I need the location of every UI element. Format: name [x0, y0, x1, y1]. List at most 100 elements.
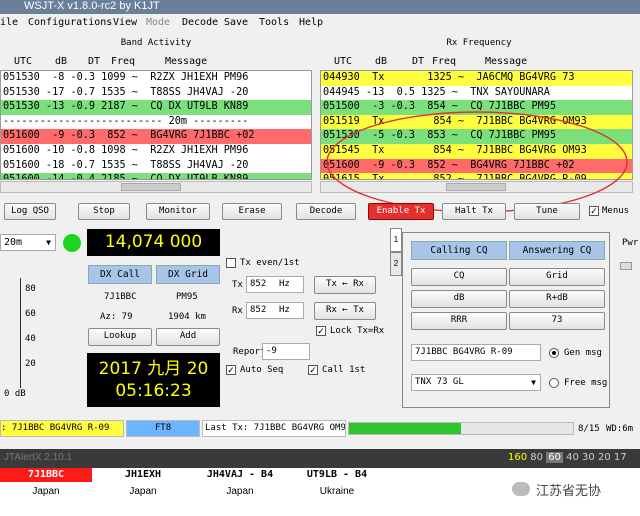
- list-item[interactable]: 051600 -9 -0.3 852 ~ BG4VRG 7J1BBC +02: [1, 129, 311, 144]
- stop-button[interactable]: Stop: [78, 203, 130, 220]
- band-30[interactable]: 30: [582, 452, 595, 463]
- lock-tx-rx-checkbox[interactable]: ✓: [316, 326, 326, 336]
- list-item[interactable]: 051530 -13 -0.9 2187 ~ CQ DX UT9LB KN89: [1, 100, 311, 115]
- list-item[interactable]: 051600 -10 -0.8 1098 ~ R2ZX JH1EXH PM96: [1, 143, 311, 159]
- menu-file[interactable]: ile: [0, 17, 18, 28]
- lock-tx-rx-label: Lock Tx=Rx: [330, 326, 385, 336]
- callsign-label[interactable]: 7J1BBC: [0, 468, 92, 482]
- band-activity-list[interactable]: 051530 -8 -0.3 1099 ~ R2ZX JH1EXH PM96 05…: [0, 70, 312, 180]
- power-slider[interactable]: [620, 262, 632, 270]
- gen-msg-field[interactable]: 7J1BBC BG4VRG R-09: [411, 344, 541, 361]
- band-activity-scrollbar[interactable]: [0, 181, 312, 193]
- db-tick-20: 20: [25, 359, 36, 369]
- halt-tx-button[interactable]: Halt Tx: [442, 203, 506, 220]
- progress-label: 8/15: [578, 424, 600, 434]
- rrr-button[interactable]: RRR: [411, 312, 507, 330]
- menu-help[interactable]: Help: [299, 17, 323, 28]
- rx-freq-spinbox[interactable]: 852 Hz: [246, 302, 304, 319]
- erase-button[interactable]: Erase: [222, 203, 282, 220]
- dial-frequency-display: 14,074 000: [87, 229, 220, 256]
- answering-cq-header: Answering CQ: [509, 241, 605, 260]
- tune-button[interactable]: Tune: [514, 203, 580, 220]
- band-60[interactable]: 60: [546, 452, 563, 463]
- free-msg-label: Free msg: [564, 378, 608, 388]
- gen-msg-radio[interactable]: [549, 348, 559, 358]
- distance-value: 1904 km: [168, 312, 206, 322]
- monitor-button[interactable]: Monitor: [146, 203, 210, 220]
- col-db: dB: [55, 56, 68, 67]
- free-msg-radio[interactable]: [549, 378, 559, 388]
- band-value: 20m: [4, 237, 23, 248]
- band-20[interactable]: 20: [598, 452, 611, 463]
- callsign-country: Japan: [226, 486, 254, 497]
- rx-frequency-header: UTC dB DT Freq Message: [318, 55, 640, 69]
- dx-call-field[interactable]: 7J1BBC: [104, 292, 137, 302]
- col-utc: UTC: [14, 56, 33, 67]
- menu-view[interactable]: View: [113, 17, 137, 28]
- chevron-down-icon: ▼: [46, 238, 51, 247]
- clock-time: 05:16:23: [115, 381, 192, 401]
- add-button[interactable]: Add: [156, 328, 220, 346]
- band-160[interactable]: 160: [508, 452, 527, 463]
- db-button[interactable]: dB: [411, 290, 507, 308]
- list-item[interactable]: 051600 -14 -0.4 2185 ~ CQ DX UT9LB KN89: [1, 173, 311, 179]
- chevron-down-icon: ▼: [531, 378, 536, 387]
- callsign-country: Japan: [129, 486, 157, 497]
- tx-progress-bar: [348, 422, 574, 435]
- jtalert-bar: JTAlertX 2.10.1 160 80 60 40 30 20 17: [0, 449, 640, 468]
- rx-frequency-title: Rx Frequency: [446, 38, 512, 48]
- jtalert-title: JTAlertX 2.10.1: [4, 452, 73, 463]
- band-17[interactable]: 17: [614, 452, 627, 463]
- lookup-button[interactable]: Lookup: [88, 328, 152, 346]
- callsign-label[interactable]: UT9LB - B4: [291, 468, 383, 482]
- tx-even-checkbox[interactable]: [226, 258, 236, 268]
- 73-button[interactable]: 73: [509, 312, 605, 330]
- menu-configurations[interactable]: Configurations: [28, 17, 112, 28]
- tx-from-rx-button[interactable]: Tx ← Rx: [314, 276, 376, 294]
- col-freq: Freq: [432, 56, 457, 67]
- menu-save[interactable]: Save: [224, 17, 248, 28]
- power-label: Pwr: [622, 238, 639, 248]
- list-item[interactable]: 044945 -13 0.5 1325 ~ TNX SAYOUNARA: [321, 85, 632, 101]
- report-spinbox[interactable]: -9: [262, 343, 310, 360]
- band-80[interactable]: 80: [530, 452, 543, 463]
- cq-button[interactable]: CQ: [411, 268, 507, 286]
- band-40[interactable]: 40: [566, 452, 579, 463]
- menus-label: Menus: [602, 206, 630, 216]
- tx-freq-spinbox[interactable]: 852 Hz: [246, 276, 304, 293]
- rx-from-tx-button[interactable]: Rx ← Tx: [314, 302, 376, 320]
- db-tick-60: 60: [25, 309, 36, 319]
- rx-signal-indicator: [63, 234, 81, 252]
- window-title: WSJT-X v1.8.0-rc2 by K1JT: [0, 0, 640, 14]
- band-activity-header: UTC dB DT Freq Message: [0, 55, 312, 69]
- decode-button[interactable]: Decode: [296, 203, 356, 220]
- calling-cq-header: Calling CQ: [411, 241, 507, 260]
- r-db-button[interactable]: R+dB: [509, 290, 605, 308]
- auto-seq-checkbox[interactable]: ✓: [226, 365, 236, 375]
- list-item[interactable]: 051530 -8 -0.3 1099 ~ R2ZX JH1EXH PM96: [1, 71, 311, 86]
- grid-button[interactable]: Grid: [509, 268, 605, 286]
- menu-mode[interactable]: Mode: [146, 17, 170, 28]
- tab-2[interactable]: 2: [390, 252, 402, 276]
- list-item[interactable]: 051530 -17 -0.7 1535 ~ T88SS JH4VAJ -20: [1, 85, 311, 101]
- tab-1[interactable]: 1: [390, 228, 402, 252]
- callsign-label[interactable]: JH4VAJ - B4: [194, 468, 286, 482]
- log-qso-button[interactable]: Log QSO: [4, 203, 56, 220]
- list-item[interactable]: 051600 -18 -0.7 1535 ~ T88SS JH4VAJ -20: [1, 158, 311, 174]
- watchdog-label: WD:6m: [606, 424, 634, 434]
- call-1st-checkbox[interactable]: ✓: [308, 365, 318, 375]
- menu-decode[interactable]: Decode: [182, 17, 218, 28]
- menu-tools[interactable]: Tools: [259, 17, 289, 28]
- free-msg-value: TNX 73 GL: [415, 377, 464, 387]
- list-item[interactable]: 044930 Tx 1325 ~ JA6CMQ BG4VRG 73: [321, 71, 632, 86]
- callsign-label[interactable]: JH1EXH: [97, 468, 189, 482]
- col-dt: DT: [88, 56, 101, 67]
- callsign-country: Japan: [32, 486, 60, 497]
- tx-message-status: : 7J1BBC BG4VRG R-09: [0, 420, 124, 437]
- menus-checkbox[interactable]: ✓: [589, 206, 599, 216]
- free-msg-select[interactable]: TNX 73 GL ▼: [411, 374, 541, 391]
- dx-grid-field[interactable]: PM95: [176, 292, 198, 302]
- enable-tx-button[interactable]: Enable Tx: [368, 203, 434, 220]
- band-select[interactable]: 20m ▼: [0, 234, 56, 251]
- list-item[interactable]: -------------------------- 20m ---------: [1, 114, 311, 130]
